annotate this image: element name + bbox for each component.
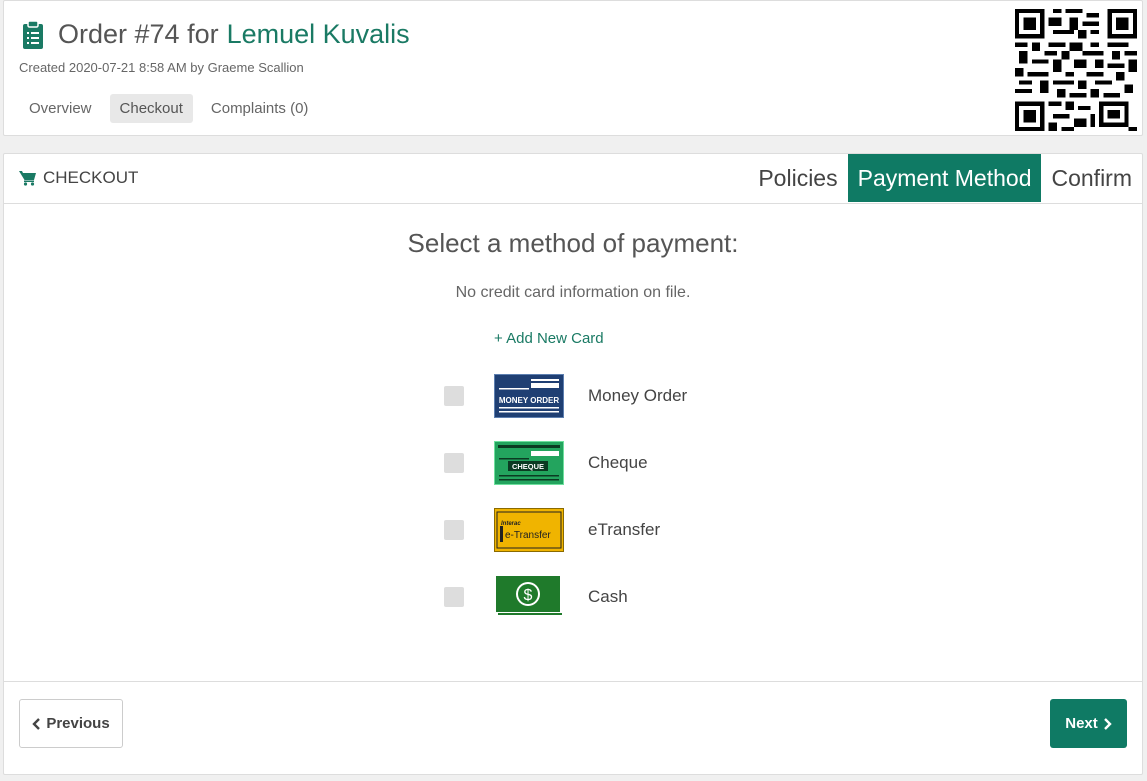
cheque-image-text: CHEQUE: [512, 462, 544, 471]
payment-heading: Select a method of payment:: [407, 228, 739, 258]
order-header: Order #74 for Lemuel Kuvalis Created 202…: [3, 0, 1143, 136]
money-order-label: Money Order: [588, 386, 688, 405]
previous-button[interactable]: Previous: [19, 699, 123, 748]
money-order-checkbox[interactable]: [444, 386, 464, 406]
cheque-icon: CHEQUE: [494, 441, 564, 485]
previous-button-label: Previous: [46, 715, 110, 732]
etransfer-image-subtext: Interac: [501, 521, 521, 527]
cash-image-text: $: [524, 587, 533, 604]
qr-code-icon: [1015, 9, 1137, 131]
step-confirm[interactable]: Confirm: [1041, 154, 1142, 202]
etransfer-label: eTransfer: [588, 520, 661, 539]
payment-option-etransfer[interactable]: Interac e-Transfer eTransfer: [444, 508, 660, 552]
tab-overview[interactable]: Overview: [19, 94, 102, 123]
cash-icon: $: [496, 576, 562, 616]
no-card-message: No credit card information on file.: [455, 284, 691, 301]
money-order-icon: MONEY ORDER: [494, 374, 564, 418]
checkout-footer: Previous Next: [4, 681, 1142, 775]
payment-option-cash[interactable]: $ Cash: [444, 575, 628, 619]
order-tabs: Overview Checkout Complaints (0): [19, 94, 318, 123]
add-new-card-link[interactable]: + Add New Card: [494, 330, 604, 347]
money-order-image-text: MONEY ORDER: [499, 396, 560, 405]
chevron-right-icon: [1103, 717, 1112, 730]
clipboard-icon: [23, 19, 43, 49]
payment-option-money-order[interactable]: MONEY ORDER Money Order: [444, 374, 687, 418]
checkout-title-text: CHECKOUT: [43, 168, 139, 187]
checkout-steps: Policies Payment Method Confirm: [748, 154, 1142, 202]
cheque-label: Cheque: [588, 453, 648, 472]
tab-complaints[interactable]: Complaints (0): [201, 94, 319, 123]
page-title: Order #74 for Lemuel Kuvalis: [22, 19, 410, 50]
chevron-left-icon: [32, 717, 41, 730]
shopping-cart-icon: [19, 171, 36, 186]
etransfer-icon: Interac e-Transfer: [494, 508, 564, 552]
cash-label: Cash: [588, 587, 628, 606]
next-button[interactable]: Next: [1050, 699, 1127, 748]
created-info: Created 2020-07-21 8:58 AM by Graeme Sca…: [19, 60, 304, 75]
checkout-header: CHECKOUT Policies Payment Method Confirm: [4, 154, 1142, 204]
order-number: Order #74 for: [58, 19, 219, 49]
cash-checkbox[interactable]: [444, 587, 464, 607]
tab-checkout[interactable]: Checkout: [109, 94, 193, 123]
cheque-checkbox[interactable]: [444, 453, 464, 473]
step-policies[interactable]: Policies: [748, 154, 847, 202]
etransfer-image-text: e-Transfer: [505, 530, 551, 541]
checkout-panel: CHECKOUT Policies Payment Method Confirm…: [3, 153, 1143, 775]
next-button-label: Next: [1065, 715, 1098, 732]
payment-option-cheque[interactable]: CHEQUE Cheque: [444, 441, 648, 485]
step-payment-method[interactable]: Payment Method: [847, 154, 1042, 202]
etransfer-checkbox[interactable]: [444, 520, 464, 540]
customer-name-link[interactable]: Lemuel Kuvalis: [227, 19, 410, 50]
checkout-title: CHECKOUT: [19, 168, 138, 188]
